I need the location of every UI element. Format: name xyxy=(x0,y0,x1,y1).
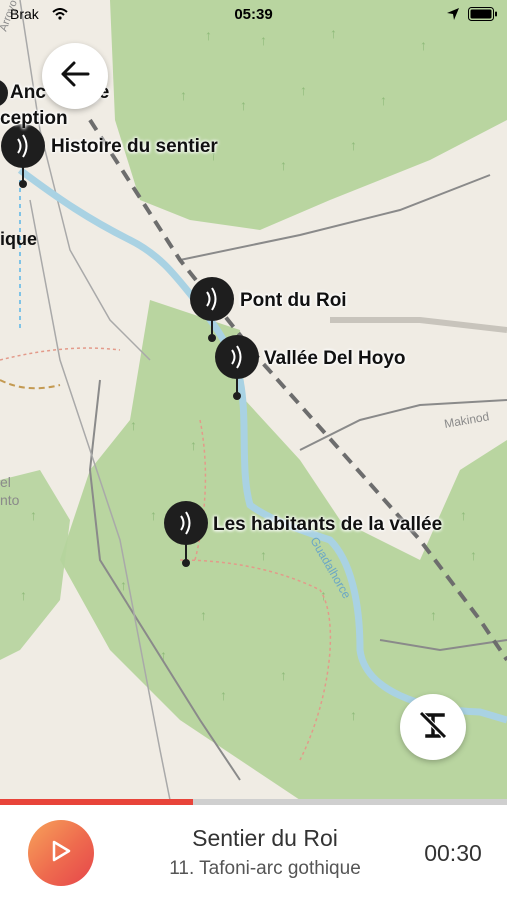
poi-label-habitants[interactable]: Les habitants de la vallée xyxy=(213,514,442,536)
back-button[interactable] xyxy=(42,43,108,109)
edge-label-ique: ique xyxy=(0,229,37,249)
svg-text:↑: ↑ xyxy=(350,137,357,153)
svg-text:↑: ↑ xyxy=(120,577,127,593)
map-view[interactable]: ↑ ↑ ↑ ↑ ↑ ↑ ↑ ↑ ↑ ↑ ↑ ↑ ↑ ↑ ↑ ↑ ↑ ↑ ↑ ↑ ↑ ↑ ↑ ↑ ↑ ↑ ↑ Makino… xyxy=(0,0,507,800)
poi-label-anc-line2[interactable]: ception xyxy=(0,108,68,130)
edge-label-el: el xyxy=(0,474,11,490)
svg-text:↑: ↑ xyxy=(200,607,207,623)
play-button[interactable] xyxy=(28,820,94,886)
poi-label-pont[interactable]: Pont du Roi xyxy=(240,290,347,312)
track-duration: 00:30 xyxy=(424,840,482,866)
play-icon xyxy=(50,839,72,868)
track-title: Sentier du Roi xyxy=(192,825,338,851)
svg-text:↑: ↑ xyxy=(460,507,467,523)
svg-text:↑: ↑ xyxy=(430,607,437,623)
svg-text:↑: ↑ xyxy=(30,507,37,523)
svg-text:↑: ↑ xyxy=(280,667,287,683)
battery-icon xyxy=(468,7,498,25)
svg-text:↑: ↑ xyxy=(300,82,307,98)
svg-text:↑: ↑ xyxy=(240,97,247,113)
svg-text:↑: ↑ xyxy=(130,417,137,433)
svg-text:↑: ↑ xyxy=(260,547,267,563)
map-canvas: ↑ ↑ ↑↑ ↑↑↑↑ ↑↑↑ ↑↑↑↑ ↑↑↑↑ ↑↑↑↑ ↑↑↑↑ Makino… xyxy=(0,0,507,800)
svg-text:↑: ↑ xyxy=(470,547,477,563)
poi-label-vallee[interactable]: Vallée Del Hoyo xyxy=(264,348,406,370)
svg-text:↑: ↑ xyxy=(380,92,387,108)
text-off-icon xyxy=(416,708,450,747)
svg-text:↑: ↑ xyxy=(20,587,27,603)
status-time: 05:39 xyxy=(234,6,273,23)
svg-text:↑: ↑ xyxy=(190,437,197,453)
poi-label-histoire[interactable]: Histoire du sentier xyxy=(51,136,218,158)
arrow-left-icon xyxy=(60,60,90,93)
status-bar: Brak 05:39 xyxy=(0,0,507,30)
svg-text:↑: ↑ xyxy=(350,707,357,723)
svg-text:↑: ↑ xyxy=(260,32,267,48)
hide-text-button[interactable] xyxy=(400,694,466,760)
svg-text:↑: ↑ xyxy=(150,507,157,523)
svg-text:↑: ↑ xyxy=(280,157,287,173)
svg-text:↑: ↑ xyxy=(180,87,187,103)
location-arrow-icon xyxy=(446,7,460,25)
edge-label-nto: nto xyxy=(0,492,20,508)
svg-text:↑: ↑ xyxy=(420,37,427,53)
track-subtitle: 11. Tafoni-arc gothique xyxy=(169,858,361,879)
audio-player: Sentier du Roi 11. Tafoni-arc gothique 0… xyxy=(0,805,507,900)
svg-text:↑: ↑ xyxy=(220,687,227,703)
